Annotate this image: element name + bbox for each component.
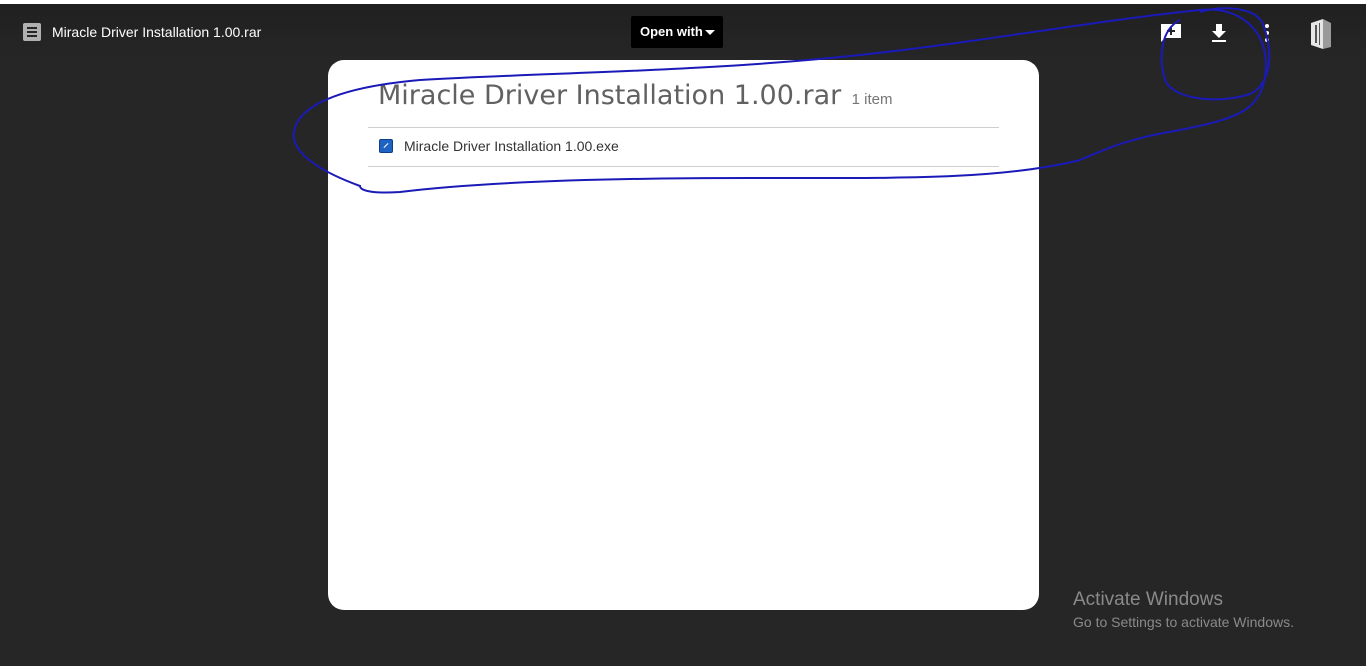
- archive-app-icon[interactable]: [1307, 17, 1335, 51]
- download-icon[interactable]: [1207, 21, 1231, 45]
- archive-heading: Miracle Driver Installation 1.00.rar 1 i…: [378, 80, 893, 111]
- item-count: 1 item: [851, 91, 893, 108]
- open-with-label: Open with: [640, 24, 703, 39]
- document-icon: [23, 23, 41, 41]
- archive-name: Miracle Driver Installation 1.00.rar: [378, 80, 842, 111]
- archive-preview-card: Miracle Driver Installation 1.00.rar 1 i…: [328, 60, 1039, 610]
- viewer-header: Miracle Driver Installation 1.00.rar Ope…: [0, 4, 1366, 60]
- exe-file-icon: [379, 139, 393, 153]
- activation-watermark-title: Activate Windows: [1073, 589, 1223, 610]
- archive-item-name: Miracle Driver Installation 1.00.exe: [404, 138, 619, 154]
- divider: [368, 166, 999, 167]
- open-with-button[interactable]: Open with: [631, 16, 723, 48]
- list-item[interactable]: Miracle Driver Installation 1.00.exe: [368, 128, 999, 166]
- add-comment-icon[interactable]: [1159, 21, 1183, 45]
- more-vert-icon[interactable]: [1255, 21, 1279, 45]
- caret-down-icon: [705, 30, 715, 35]
- activation-watermark-subtitle: Go to Settings to activate Windows.: [1073, 614, 1294, 630]
- file-title: Miracle Driver Installation 1.00.rar: [52, 24, 262, 40]
